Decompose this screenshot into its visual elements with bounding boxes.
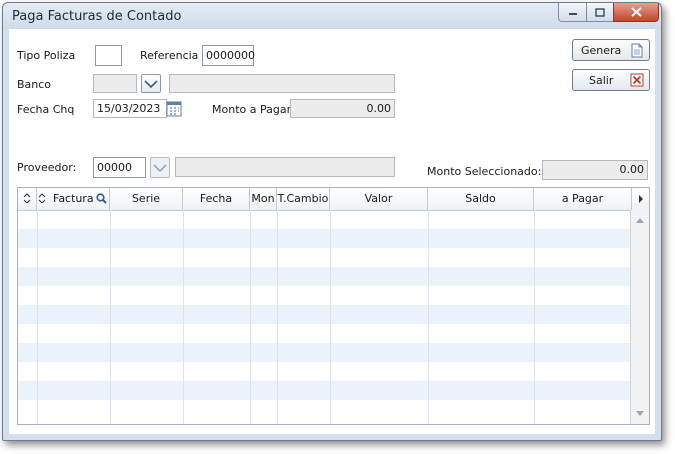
column-header-mon[interactable]: Mon — [250, 188, 277, 210]
column-header-saldo[interactable]: Saldo — [428, 188, 534, 210]
grid-divider — [37, 210, 38, 424]
vertical-scrollbar[interactable] — [630, 210, 649, 424]
grid-divider — [428, 210, 429, 424]
monto-pagar-label: Monto a Pagar — [212, 103, 292, 116]
close-button[interactable] — [613, 3, 659, 22]
referencia-label: Referencia — [140, 49, 199, 62]
dropdown-icon — [153, 163, 167, 172]
banco-code-input[interactable] — [93, 74, 137, 93]
window-title: Paga Facturas de Contado — [12, 9, 182, 24]
grid-divider — [110, 210, 111, 424]
banco-dropdown-button[interactable] — [141, 74, 161, 93]
column-header-tcambio[interactable]: T.Cambio — [277, 188, 330, 210]
genera-button[interactable]: Genera — [572, 39, 650, 61]
banco-label: Banco — [17, 78, 52, 91]
close-x-icon — [630, 73, 644, 87]
document-icon — [631, 43, 643, 58]
grid-divider — [534, 210, 535, 424]
tipo-poliza-label: Tipo Poliza — [17, 49, 76, 62]
grid-divider — [277, 210, 278, 424]
column-header-a-pagar[interactable]: a Pagar — [534, 188, 632, 210]
monto-seleccionado-field: 0.00 — [542, 160, 648, 180]
referencia-input[interactable]: 0000000 — [202, 45, 255, 66]
genera-label: Genera — [581, 43, 622, 57]
column-header-valor[interactable]: Valor — [330, 188, 428, 210]
proveedor-code-input[interactable]: 00000 — [93, 157, 146, 178]
column-label: Factura — [53, 192, 94, 205]
title-bar[interactable]: Paga Facturas de Contado — [3, 3, 661, 29]
facturas-grid[interactable]: Factura Serie Fecha Mon T.Cambio Valor S… — [17, 187, 650, 425]
dropdown-icon — [144, 79, 158, 88]
form-area: Tipo Poliza Referencia 0000000 Banco Fec… — [9, 29, 655, 434]
column-header-serie[interactable]: Serie — [110, 188, 183, 210]
monto-pagar-field: 0.00 — [290, 99, 395, 118]
app-window: Paga Facturas de Contado Tipo Poliza Ref… — [2, 2, 662, 441]
fecha-chq-input[interactable]: 15/03/2023 — [93, 99, 167, 118]
grid-divider — [183, 210, 184, 424]
monto-seleccionado-label: Monto Seleccionado: — [427, 165, 542, 178]
proveedor-label: Proveedor: — [17, 161, 77, 174]
minimize-button[interactable] — [558, 3, 587, 22]
salir-label: Salir — [589, 73, 614, 87]
scroll-right-button[interactable] — [632, 188, 649, 210]
column-header-factura[interactable]: Factura — [37, 188, 110, 210]
proveedor-name-field — [175, 157, 395, 177]
scroll-down-icon[interactable] — [631, 408, 649, 420]
calendar-icon — [166, 101, 182, 117]
maximize-button[interactable] — [586, 3, 614, 22]
proveedor-dropdown-button[interactable] — [150, 157, 170, 178]
close-icon — [630, 7, 642, 17]
calendar-button[interactable] — [166, 100, 182, 117]
banco-name-field — [169, 74, 395, 93]
grid-divider — [250, 210, 251, 424]
row-sort-handle[interactable] — [18, 188, 37, 210]
grid-divider — [330, 210, 331, 424]
column-header-fecha[interactable]: Fecha — [183, 188, 250, 210]
tipo-poliza-input[interactable] — [95, 45, 122, 66]
salir-button[interactable]: Salir — [572, 69, 650, 91]
grid-header: Factura Serie Fecha Mon T.Cambio Valor S… — [18, 188, 649, 211]
fecha-chq-label: Fecha Chq — [17, 103, 75, 116]
search-icon[interactable] — [96, 193, 107, 204]
scroll-up-icon[interactable] — [631, 214, 649, 226]
